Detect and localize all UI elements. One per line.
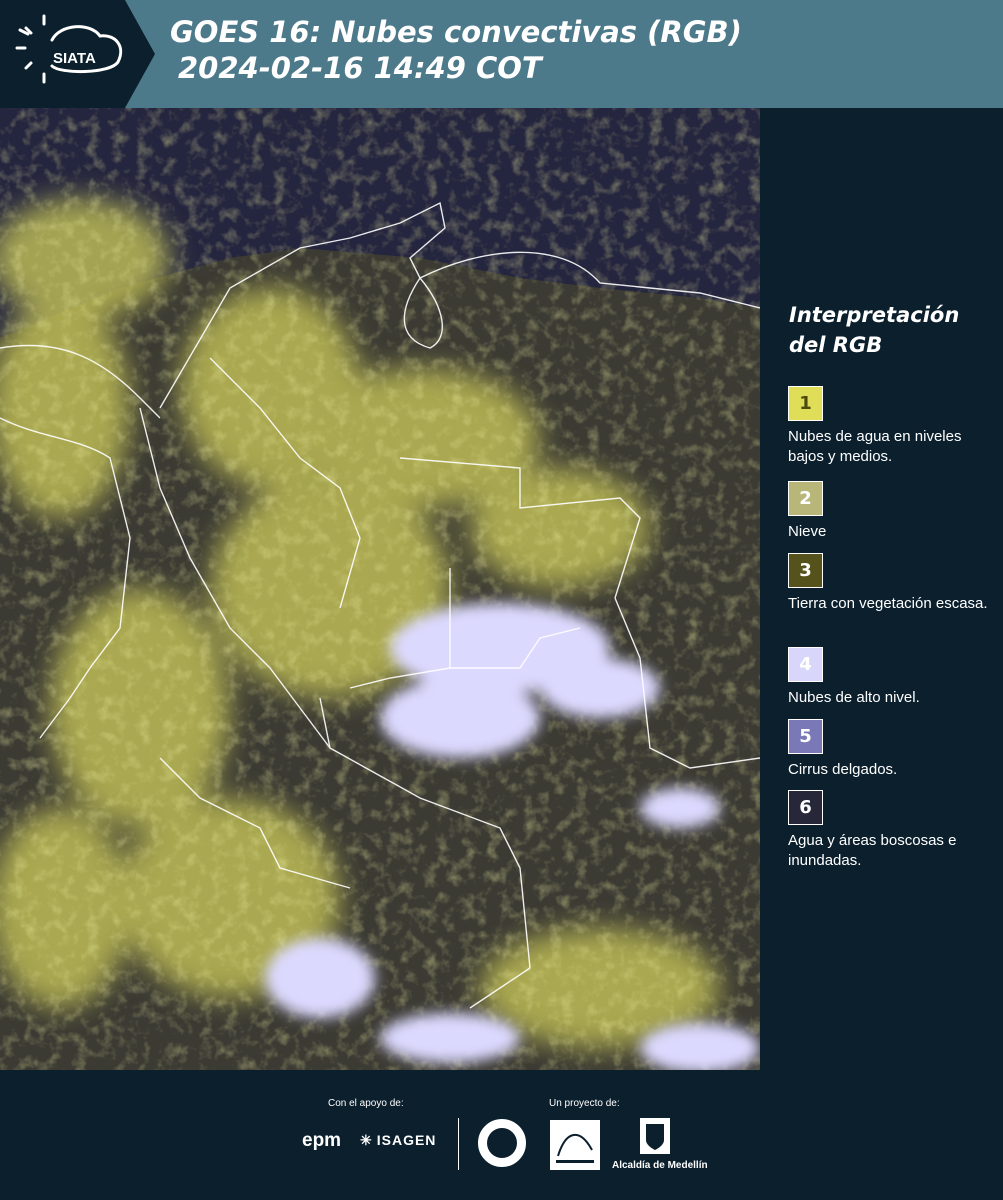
legend-title: Interpretación del RGB xyxy=(789,300,959,360)
legend-text-4: Nubes de alto nivel. xyxy=(788,689,920,706)
isagen-mark-icon: ✳ xyxy=(360,1132,373,1148)
legend-item-4: 4 Nubes de alto nivel. xyxy=(788,647,998,708)
footer: Con el apoyo de: Un proyecto de: epm ✳ IS… xyxy=(0,1070,1003,1200)
legend-text-1: Nubes de agua en niveles bajos y medios. xyxy=(788,428,962,465)
support-label: Con el apoyo de: xyxy=(328,1098,404,1109)
legend-item-5: 5 Cirrus delgados. xyxy=(788,719,998,780)
legend-item-3: 3 Tierra con vegetación escasa. xyxy=(788,553,998,614)
isagen-logo: ✳ ISAGEN xyxy=(360,1132,436,1149)
legend-swatch-1: 1 xyxy=(788,386,823,421)
area-metropolitana-logo xyxy=(550,1120,600,1170)
title-line-1: GOES 16: Nubes convectivas (RGB) xyxy=(170,15,742,49)
alcaldia-label: Alcaldía de Medellín xyxy=(612,1160,708,1171)
legend-panel: Interpretación del RGB 1 Nubes de agua e… xyxy=(760,108,1003,1070)
legend-title-line-2: del RGB xyxy=(789,333,883,357)
seal-emblem-icon xyxy=(487,1128,517,1158)
legend-swatch-2: 2 xyxy=(788,481,823,516)
title-line-2: 2024-02-16 14:49 COT xyxy=(178,51,542,85)
satellite-map xyxy=(0,108,760,1070)
logo-band: SIATA xyxy=(0,0,155,108)
legend-text-3: Tierra con vegetación escasa. xyxy=(788,595,988,612)
legend-swatch-5: 5 xyxy=(788,719,823,754)
page-title: GOES 16: Nubes convectivas (RGB) 2024-02… xyxy=(170,14,742,86)
header-bar: SIATA GOES 16: Nubes convectivas (RGB) 2… xyxy=(0,0,1003,108)
project-label: Un proyecto de: xyxy=(549,1098,620,1109)
footer-divider xyxy=(458,1118,459,1170)
legend-title-line-1: Interpretación xyxy=(789,303,960,327)
epm-logo: epm xyxy=(302,1130,342,1151)
legend-item-1: 1 Nubes de agua en niveles bajos y medio… xyxy=(788,386,998,467)
alcaldia-shield-logo xyxy=(640,1118,670,1154)
legend-text-6: Agua y áreas boscosas e inundadas. xyxy=(788,832,957,869)
legend-text-5: Cirrus delgados. xyxy=(788,761,898,778)
legend-item-6: 6 Agua y áreas boscosas e inundadas. xyxy=(788,790,998,871)
legend-text-2: Nieve xyxy=(788,523,827,540)
legend-swatch-4: 4 xyxy=(788,647,823,682)
legend-swatch-3: 3 xyxy=(788,553,823,588)
medellin-seal-logo xyxy=(478,1119,526,1167)
legend-swatch-6: 6 xyxy=(788,790,823,825)
legend-item-2: 2 Nieve xyxy=(788,481,998,542)
rgb-satellite-image xyxy=(0,108,760,1070)
isagen-label: ISAGEN xyxy=(376,1132,437,1148)
siata-logo-text: SIATA xyxy=(53,50,96,67)
